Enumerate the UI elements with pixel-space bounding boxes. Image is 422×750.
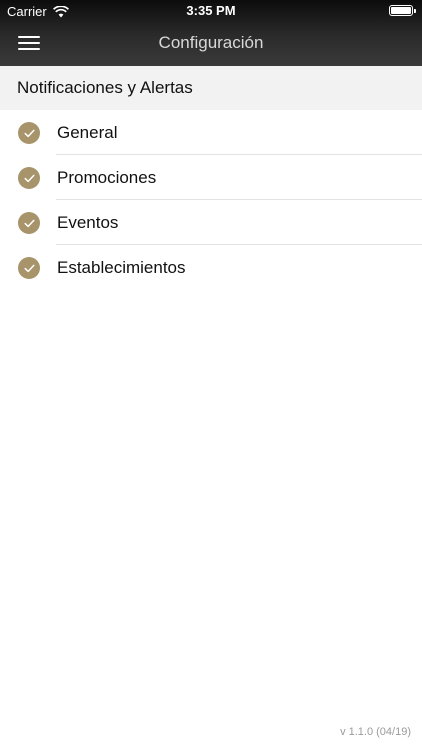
list-item-label: General [57, 122, 118, 142]
battery-icon [389, 5, 416, 16]
section-header-notifications: Notificaciones y Alertas [0, 66, 422, 110]
status-time: 3:35 PM [186, 3, 236, 18]
list-item-label: Eventos [57, 212, 119, 232]
checkmark-icon[interactable] [18, 212, 40, 234]
list-item-establecimientos[interactable]: Establecimientos [0, 245, 422, 290]
app-version-label: v 1.1.0 (04/19) [340, 726, 411, 738]
page-title: Configuración [158, 33, 264, 52]
checkmark-icon[interactable] [18, 257, 40, 279]
notification-settings-list: General Promociones Eventos Establecimie… [0, 110, 422, 290]
checkmark-icon[interactable] [18, 122, 40, 144]
navigation-header: Carrier 3:35 PM Configuración [0, 0, 422, 66]
list-item-promociones[interactable]: Promociones [0, 155, 422, 200]
list-item-label: Promociones [57, 167, 157, 187]
list-item-label: Establecimientos [57, 257, 186, 277]
list-item-general[interactable]: General [0, 110, 422, 155]
status-bar: Carrier 3:35 PM [0, 0, 422, 22]
list-item-eventos[interactable]: Eventos [0, 200, 422, 245]
checkmark-icon[interactable] [18, 167, 40, 189]
